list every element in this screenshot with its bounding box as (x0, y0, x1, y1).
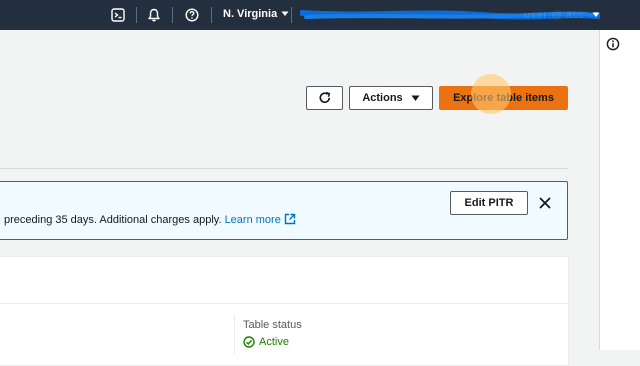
cloudshell-terminal-icon[interactable] (110, 7, 126, 23)
status-text: Active (259, 336, 289, 348)
refresh-button[interactable] (306, 86, 343, 110)
edit-pitr-label: Edit PITR (464, 197, 514, 209)
column-divider (234, 314, 235, 354)
table-status-label: Table status (243, 319, 302, 331)
table-status-value: Active (243, 336, 289, 348)
info-circle-icon[interactable] (606, 37, 622, 53)
explore-label: Explore table items (453, 92, 554, 104)
region-label: N. Virginia (223, 8, 278, 20)
topbar-separator (172, 7, 173, 23)
explore-table-items-button[interactable]: Explore table items (439, 86, 568, 110)
caret-down-icon (592, 12, 600, 17)
help-circle-icon[interactable] (184, 7, 200, 23)
actions-label: Actions (362, 92, 403, 104)
header-divider (0, 168, 568, 169)
region-selector[interactable]: N. Virginia (223, 8, 289, 20)
card-header-divider (0, 303, 569, 304)
refresh-icon (319, 91, 330, 104)
top-navigation-bar: N. Virginia user @ acc (0, 0, 640, 30)
external-link-icon (284, 213, 296, 225)
edit-pitr-button[interactable]: Edit PITR (450, 191, 528, 215)
bell-icon[interactable] (146, 7, 162, 23)
topbar-separator (291, 7, 292, 23)
check-circle-icon (243, 336, 255, 348)
actions-dropdown-button[interactable]: Actions (349, 86, 433, 110)
topbar-separator (211, 7, 212, 23)
learn-more-label: Learn more (224, 214, 281, 226)
caret-down-icon (411, 95, 420, 101)
caret-down-icon (281, 11, 289, 16)
account-menu[interactable]: user @ acc (300, 9, 600, 21)
account-label: user @ acc (524, 9, 585, 21)
topbar-separator (136, 7, 137, 23)
alert-text: preceding 35 days. Additional charges ap… (4, 214, 222, 226)
close-icon[interactable] (537, 195, 553, 211)
tools-panel-rail (599, 30, 640, 350)
learn-more-link[interactable]: Learn more (224, 213, 296, 226)
alert-message: preceding 35 days. Additional charges ap… (4, 213, 296, 226)
